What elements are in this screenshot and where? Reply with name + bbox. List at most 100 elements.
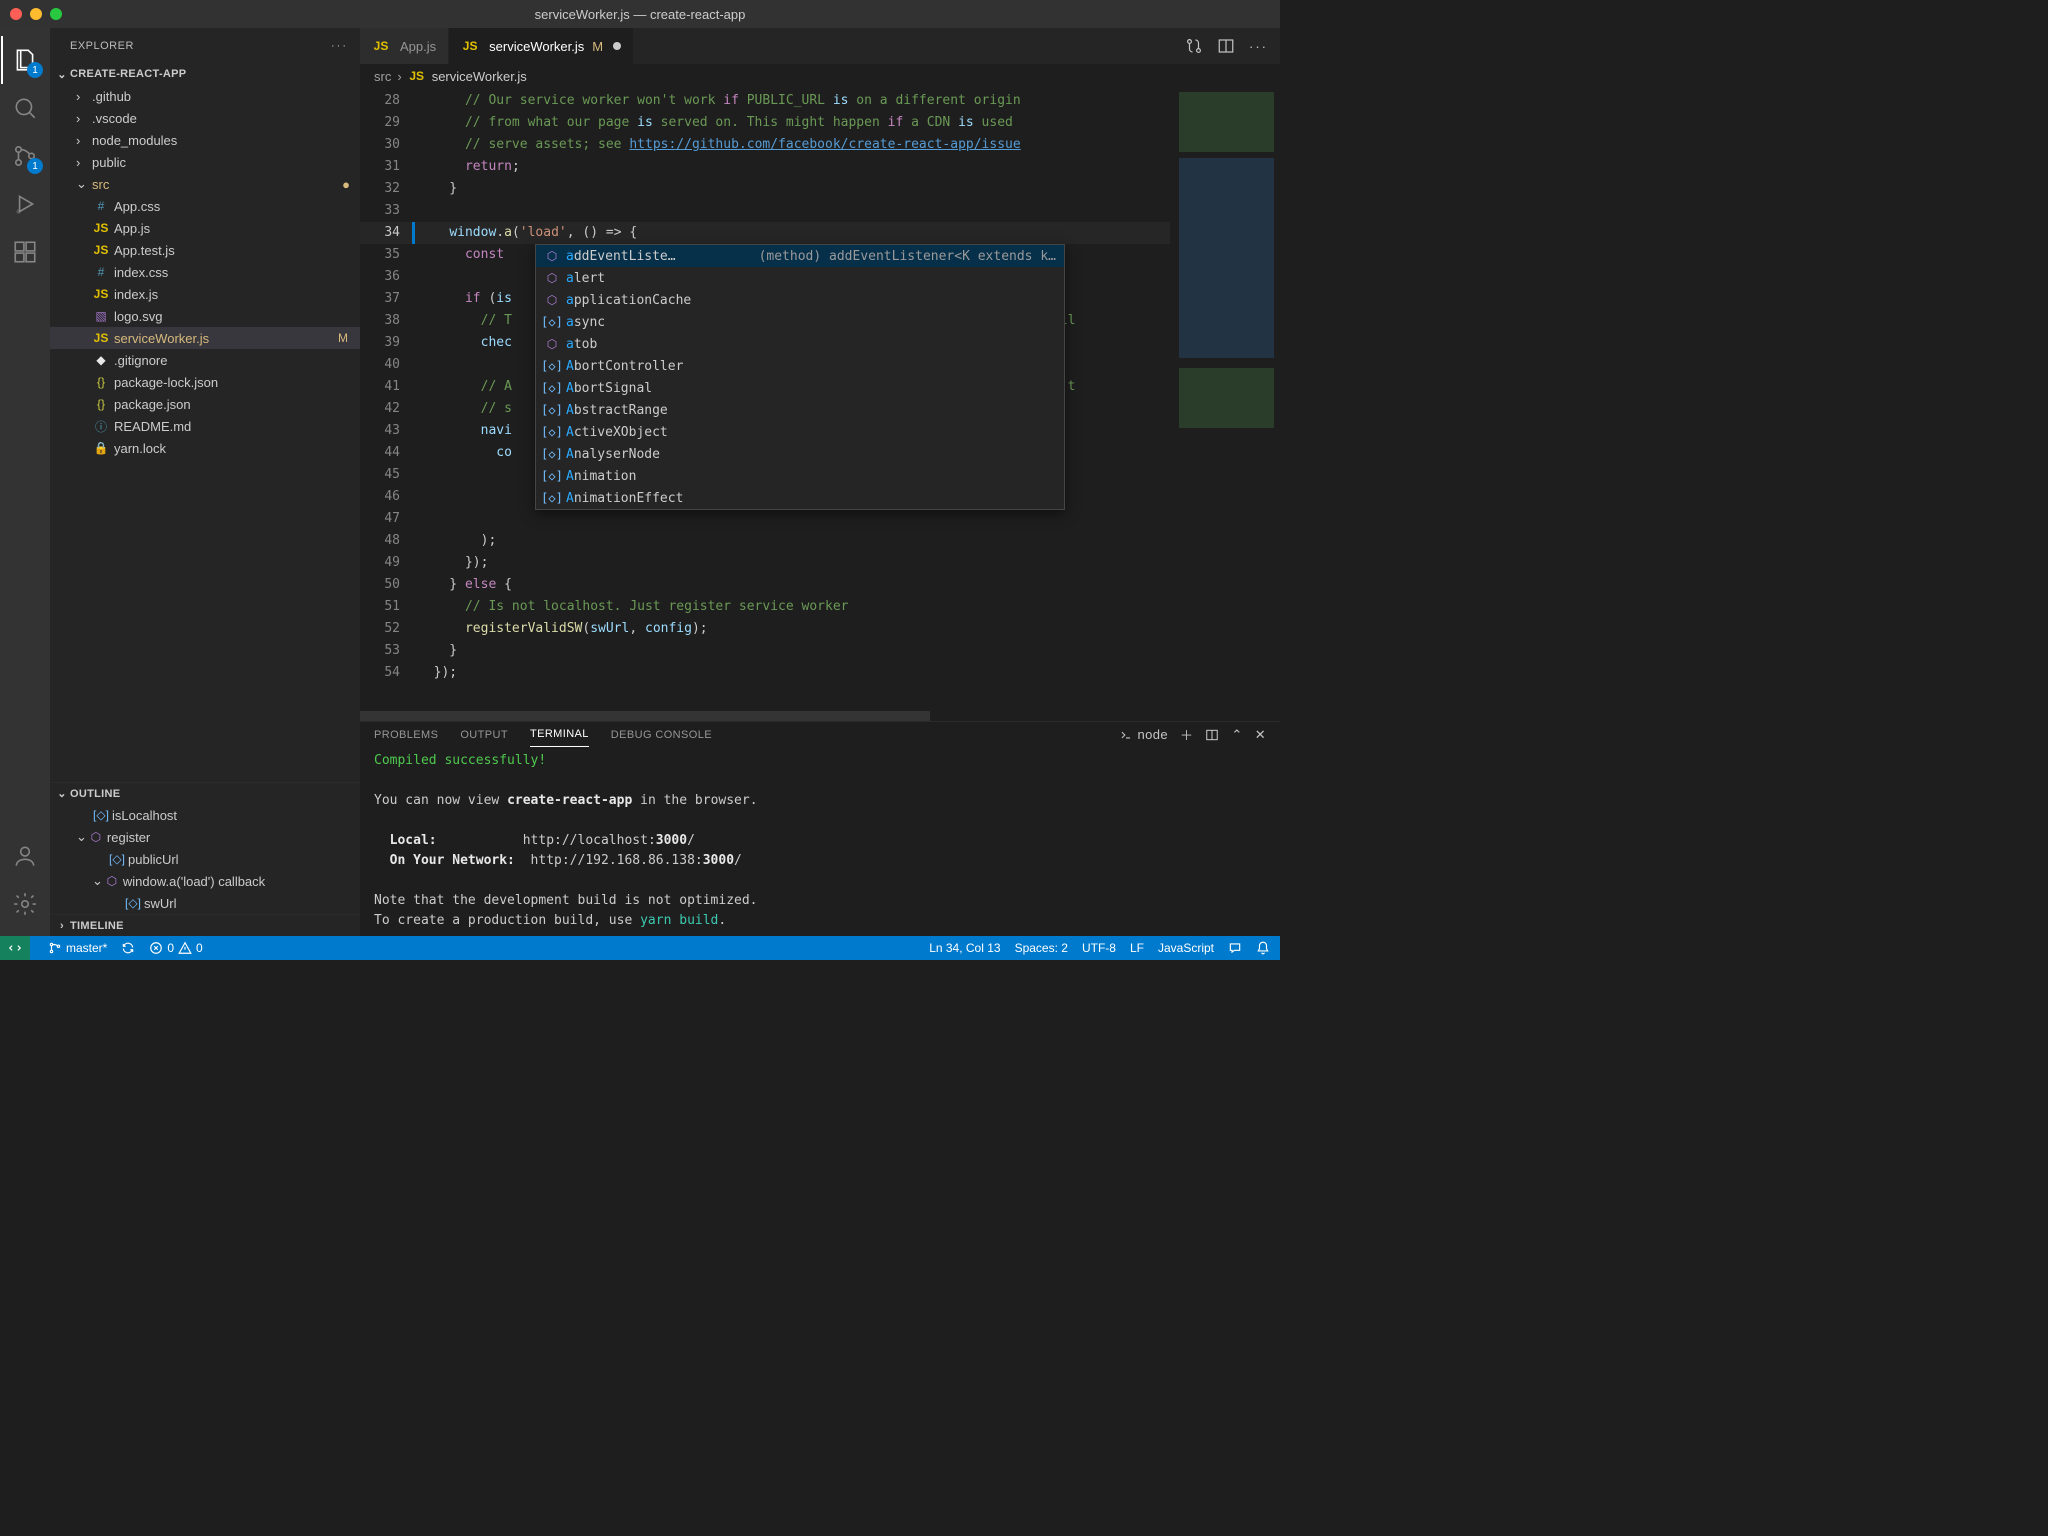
outline-item[interactable]: [◇]publicUrl	[50, 848, 360, 870]
outline-item[interactable]: [◇]isLocalhost	[50, 804, 360, 826]
info-file-icon: ⓘ	[92, 418, 110, 435]
tab-app-js[interactable]: JS App.js	[360, 28, 449, 64]
eol-status[interactable]: LF	[1130, 941, 1144, 955]
suggest-item[interactable]: [◇]async	[536, 311, 1064, 333]
more-actions-icon[interactable]: ···	[1249, 39, 1268, 54]
method-icon: ⬡	[103, 874, 121, 888]
activity-search[interactable]	[1, 84, 49, 132]
variable-icon: [◇]	[544, 402, 560, 418]
suggest-item[interactable]: [◇]ActiveXObject	[536, 421, 1064, 443]
folder-node-modules[interactable]: ›node_modules	[50, 129, 360, 151]
variable-icon: [◇]	[544, 424, 560, 440]
sync-status[interactable]	[121, 941, 135, 955]
error-icon	[149, 941, 163, 955]
file-index-js[interactable]: JSindex.js	[50, 283, 360, 305]
sidebar-more-icon[interactable]: ···	[331, 40, 348, 52]
outline-tree: [◇]isLocalhost ⌄⬡register [◇]publicUrl ⌄…	[50, 804, 360, 914]
maximize-panel-icon[interactable]: ⌃	[1231, 727, 1242, 743]
panel-tab-debug-console[interactable]: DEBUG CONSOLE	[611, 723, 712, 747]
activity-explorer[interactable]: 1	[1, 36, 49, 84]
split-editor-icon[interactable]	[1217, 37, 1235, 55]
activity-settings[interactable]	[1, 880, 49, 928]
lock-file-icon: 🔒	[92, 441, 110, 455]
file-gitignore[interactable]: ◆.gitignore	[50, 349, 360, 371]
suggest-detail: (method) addEventListener<K extends k…	[739, 249, 1056, 264]
breadcrumb-folder[interactable]: src	[374, 69, 391, 84]
line-numbers: 2829303132333435363738394041424344454647…	[360, 88, 418, 721]
code-editor[interactable]: 2829303132333435363738394041424344454647…	[360, 88, 1280, 721]
file-app-js[interactable]: JSApp.js	[50, 217, 360, 239]
timeline-title: TIMELINE	[70, 920, 124, 932]
panel-tab-problems[interactable]: PROBLEMS	[374, 723, 438, 747]
outline-item[interactable]: [◇]swUrl	[50, 892, 360, 914]
suggest-item[interactable]: [◇]AbortController	[536, 355, 1064, 377]
bottom-panel: PROBLEMS OUTPUT TERMINAL DEBUG CONSOLE n…	[360, 721, 1280, 936]
folder-public[interactable]: ›public	[50, 151, 360, 173]
folder-src[interactable]: ⌄src●	[50, 173, 360, 195]
method-icon: ⬡	[544, 336, 560, 352]
terminal-shell-selector[interactable]: node	[1119, 727, 1168, 742]
file-app-test-js[interactable]: JSApp.test.js	[50, 239, 360, 261]
breadcrumb-file[interactable]: serviceWorker.js	[432, 69, 527, 84]
suggest-item[interactable]: ⬡atob	[536, 333, 1064, 355]
language-mode-status[interactable]: JavaScript	[1158, 941, 1214, 955]
outline-title: OUTLINE	[70, 788, 120, 800]
window-title: serviceWorker.js — create-react-app	[0, 7, 1280, 22]
panel-tab-output[interactable]: OUTPUT	[460, 723, 508, 747]
variable-icon: [◇]	[108, 852, 126, 866]
file-app-css[interactable]: #App.css	[50, 195, 360, 217]
problems-status[interactable]: 0 0	[149, 941, 202, 955]
encoding-status[interactable]: UTF-8	[1082, 941, 1116, 955]
suggest-item[interactable]: [◇]AbstractRange	[536, 399, 1064, 421]
suggest-item[interactable]: [◇]AbortSignal	[536, 377, 1064, 399]
file-package-lock-json[interactable]: {}package-lock.json	[50, 371, 360, 393]
timeline-section-header[interactable]: › TIMELINE	[50, 914, 360, 936]
activity-run-debug[interactable]	[1, 180, 49, 228]
activity-accounts[interactable]	[1, 832, 49, 880]
outline-item[interactable]: ⌄⬡window.a('load') callback	[50, 870, 360, 892]
project-section-header[interactable]: ⌄ CREATE-REACT-APP	[50, 63, 360, 85]
panel-tab-terminal[interactable]: TERMINAL	[530, 722, 589, 747]
suggest-item[interactable]: ⬡applicationCache	[536, 289, 1064, 311]
sync-icon	[121, 941, 135, 955]
svg-file-icon: ▧	[92, 309, 110, 323]
minimap[interactable]	[1170, 88, 1280, 721]
outline-section-header[interactable]: ⌄ OUTLINE	[50, 782, 360, 804]
outline-item[interactable]: ⌄⬡register	[50, 826, 360, 848]
activity-source-control[interactable]: 1	[1, 132, 49, 180]
split-terminal-icon[interactable]	[1205, 728, 1219, 742]
close-panel-icon[interactable]: ✕	[1255, 727, 1266, 743]
feedback-icon[interactable]	[1228, 941, 1242, 955]
method-icon: ⬡	[87, 830, 105, 844]
extensions-icon	[12, 239, 38, 265]
file-index-css[interactable]: #index.css	[50, 261, 360, 283]
suggest-item[interactable]: [◇]AnimationEffect	[536, 487, 1064, 509]
folder-github[interactable]: ›.github	[50, 85, 360, 107]
horizontal-scrollbar[interactable]	[360, 711, 930, 721]
suggest-item[interactable]: [◇]AnalyserNode	[536, 443, 1064, 465]
indentation-status[interactable]: Spaces: 2	[1015, 941, 1068, 955]
notifications-icon[interactable]	[1256, 941, 1270, 955]
cursor-position-status[interactable]: Ln 34, Col 13	[929, 941, 1000, 955]
file-logo-svg[interactable]: ▧logo.svg	[50, 305, 360, 327]
git-branch-status[interactable]: master*	[48, 941, 107, 955]
activity-extensions[interactable]	[1, 228, 49, 276]
breadcrumb[interactable]: src › JS serviceWorker.js	[360, 64, 1280, 88]
tab-service-worker-js[interactable]: JS serviceWorker.js M	[449, 28, 634, 64]
file-yarn-lock[interactable]: 🔒yarn.lock	[50, 437, 360, 459]
file-package-json[interactable]: {}package.json	[50, 393, 360, 415]
remote-indicator[interactable]	[0, 936, 30, 960]
suggest-item[interactable]: ⬡alert	[536, 267, 1064, 289]
new-terminal-icon[interactable]: ＋	[1180, 725, 1193, 744]
intellisense-widget[interactable]: ⬡addEventListe…(method) addEventListener…	[535, 244, 1065, 510]
suggest-item[interactable]: ⬡addEventListe…(method) addEventListener…	[536, 245, 1064, 267]
variable-icon: [◇]	[544, 446, 560, 462]
file-readme-md[interactable]: ⓘREADME.md	[50, 415, 360, 437]
search-icon	[12, 95, 38, 121]
folder-vscode[interactable]: ›.vscode	[50, 107, 360, 129]
compare-changes-icon[interactable]	[1185, 37, 1203, 55]
suggest-item[interactable]: [◇]Animation	[536, 465, 1064, 487]
file-service-worker-js[interactable]: JSserviceWorker.jsM	[50, 327, 360, 349]
json-file-icon: {}	[92, 397, 110, 411]
terminal-output[interactable]: Compiled successfully! You can now view …	[360, 747, 1280, 936]
